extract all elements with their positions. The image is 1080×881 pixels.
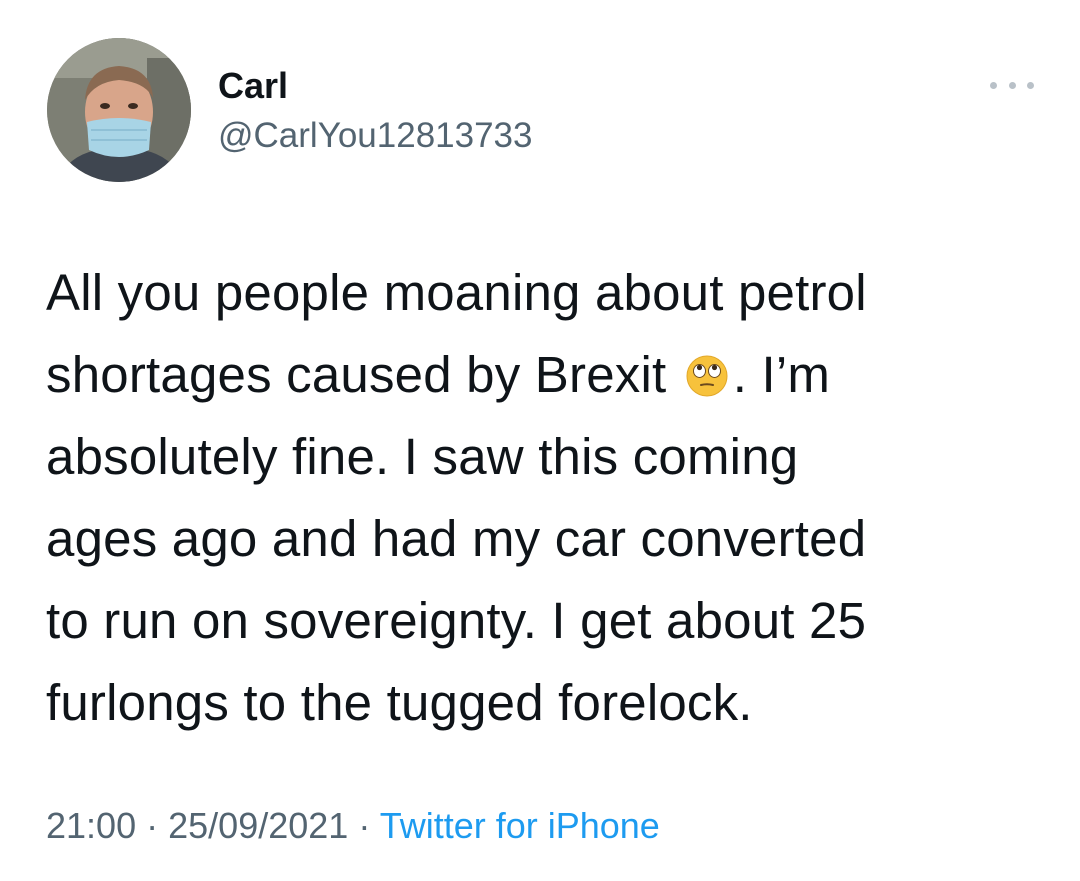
user-handle[interactable]: @CarlYou12813733 [218, 116, 533, 156]
tweet-card: Carl @CarlYou12813733 All you people moa… [0, 0, 1080, 881]
tweet-date[interactable]: 25/09/2021 [168, 805, 348, 846]
tweet-line: absolutely fine. I saw this coming [46, 428, 799, 485]
tweet-line: furlongs to the tugged forelock. [46, 674, 753, 731]
tweet-line-segment: . I’m [732, 346, 831, 403]
meta-separator: · [358, 805, 371, 846]
more-dot-icon [1027, 81, 1034, 89]
meta-separator: · [146, 805, 159, 846]
tweet-time[interactable]: 21:00 [46, 805, 136, 846]
tweet-text: All you people moaning about petrol shor… [46, 252, 1036, 744]
more-options-button[interactable] [990, 70, 1034, 100]
display-name[interactable]: Carl [218, 66, 288, 106]
face-with-rolling-eyes-icon [686, 355, 728, 397]
tweet-line: ages ago and had my car converted [46, 510, 867, 567]
more-dot-icon [990, 81, 997, 89]
tweet-line-segment: shortages caused by Brexit [46, 346, 667, 403]
tweet-line: to run on sovereignty. I get about 25 [46, 592, 867, 649]
avatar-photo-icon [47, 38, 191, 182]
tweet-meta: 21:00 · 25/09/2021 · Twitter for iPhone [46, 804, 660, 848]
avatar[interactable] [47, 38, 191, 182]
tweet-line: shortages caused by Brexit . I’m [46, 334, 1036, 416]
tweet-line: All you people moaning about petrol [46, 264, 867, 321]
more-dot-icon [1008, 81, 1016, 89]
tweet-source-link[interactable]: Twitter for iPhone [380, 805, 660, 846]
